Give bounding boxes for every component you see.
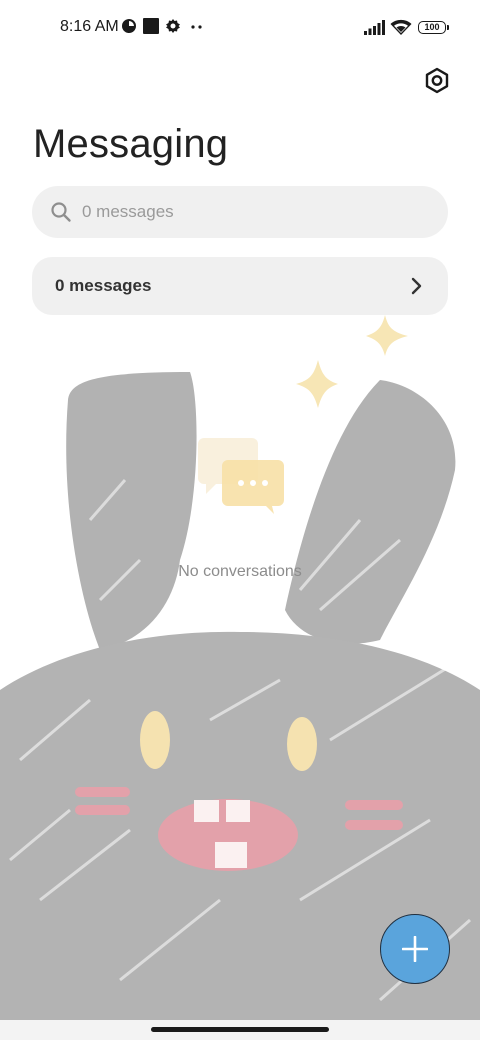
rabbit-tooth-right [226,800,250,822]
search-icon [51,202,71,222]
messages-row-label: 0 messages [55,276,152,295]
rabbit-tooth-left [194,800,219,822]
plus-icon [402,936,428,962]
gear-notification-icon [166,19,180,33]
messages-row[interactable]: 0 messages [32,257,448,315]
home-indicator[interactable] [151,1027,329,1032]
battery-icon: 100 [418,21,449,34]
rabbit-right-eye [287,717,317,771]
rabbit-tooth-bottom [215,842,247,868]
page-title: Messaging [33,122,229,166]
settings-hexagon-icon [425,67,449,94]
signal-icon [364,20,385,35]
sparkle-small [366,315,408,356]
data-saver-icon [122,19,136,33]
status-bar: 8:16 AM 100 [0,0,480,56]
rabbit-left-ear [66,372,197,650]
rabbit-right-ear [285,380,456,644]
status-time: 8:16 AM [60,18,119,35]
new-conversation-button[interactable] [380,914,450,984]
more-dots-icon [191,25,202,29]
navigation-bar [0,1020,480,1040]
chat-bubbles-icon [198,438,284,514]
square-notification-icon [143,18,159,34]
search-input[interactable]: 0 messages [32,186,448,238]
settings-button[interactable] [420,64,454,98]
chevron-right-icon [411,277,422,295]
wifi-icon [390,19,412,35]
empty-state-text: No conversations [178,563,302,580]
rabbit-left-eye [140,711,170,769]
search-placeholder: 0 messages [82,202,174,221]
sparkle-large [296,360,338,408]
